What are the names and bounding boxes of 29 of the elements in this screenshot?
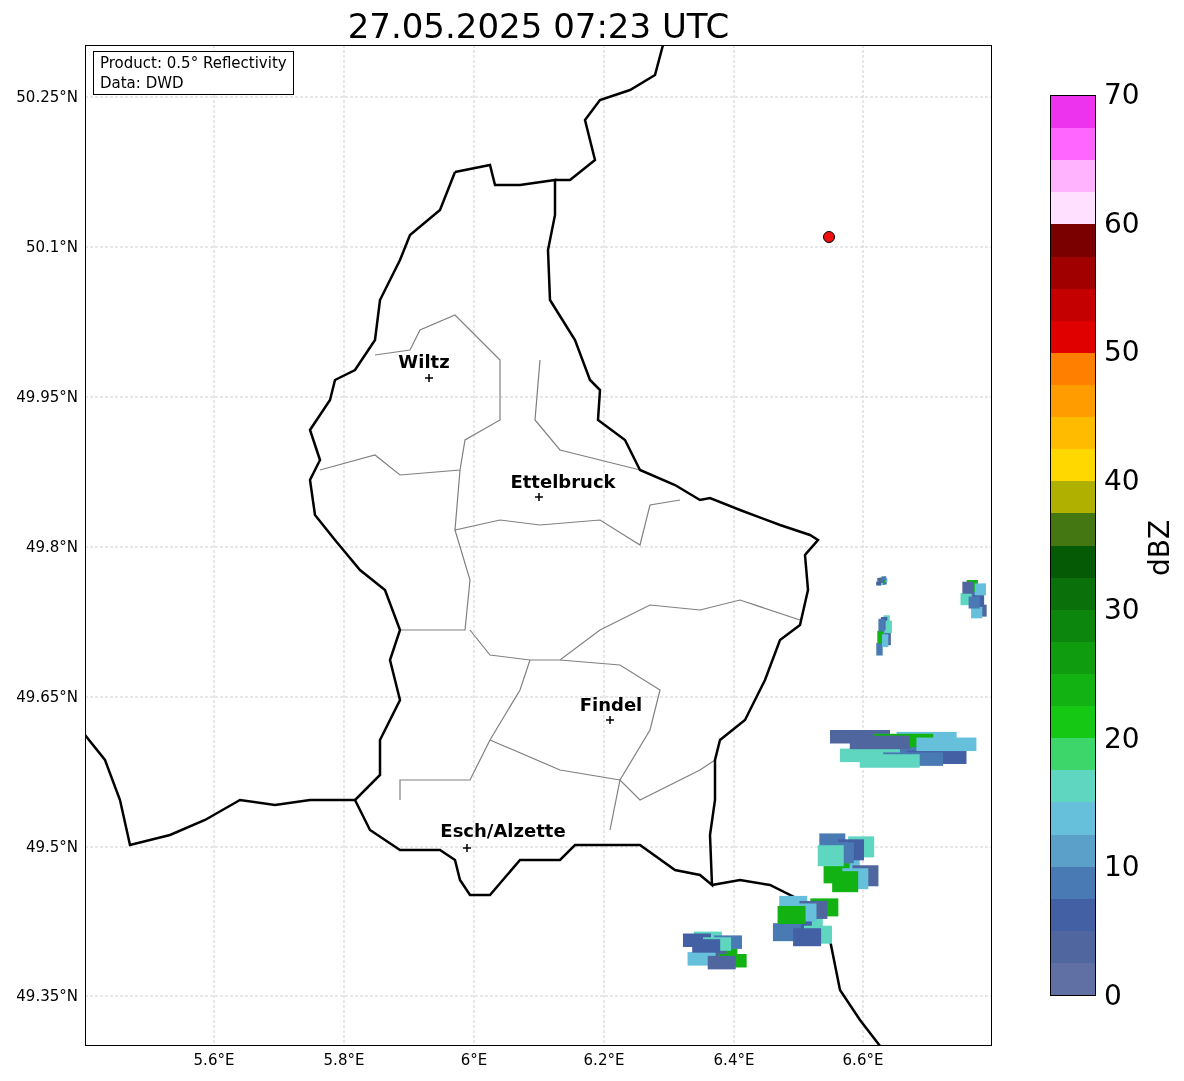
colorbar-tick-label: 0 [1104,980,1122,1012]
longitude-tick-label: 6°E [460,1051,488,1069]
latitude-tick-label: 49.65°N [16,688,78,706]
colorbar-tick-label: 40 [1104,465,1140,498]
city-label: Wiltz [398,351,450,373]
colorbar-tick-label: 60 [1104,207,1140,240]
info-text: Data: DWD [100,73,185,93]
colorbar-label: dBZ [1144,519,1176,577]
latitude-tick-label: 50.25°N [16,88,78,106]
latitude-tick-label: 49.95°N [16,388,78,406]
city-label: Findel [579,694,643,716]
city-label: Ettelbruck [510,471,616,493]
colorbar-tick-label: 20 [1104,722,1140,755]
longitude-tick-label: 6.2°E [583,1051,625,1069]
latitude-tick-label: 49.8°N [25,538,78,556]
latitude-tick-label: 49.5°N [25,838,78,856]
latitude-tick-label: 49.35°N [16,987,78,1005]
colorbar-tick-label: 30 [1104,593,1140,626]
colorbar-tick-label: 70 [1104,79,1140,111]
colorbar-tick-label: 50 [1104,336,1140,369]
longitude-tick-label: 6.6°E [842,1051,884,1069]
colorbar-tick-label: 10 [1104,851,1140,884]
longitude-tick-label: 6.4°E [713,1051,755,1069]
longitude-tick-label: 5.6°E [193,1051,235,1069]
city-label: Esch/Alzette [440,820,566,842]
longitude-tick-label: 5.8°E [323,1051,365,1069]
info-text: Product: 0.5° Reflectivity [100,53,287,73]
chart-title: 27.05.2025 07:23 UTC [346,5,731,48]
latitude-tick-label: 50.1°N [25,238,78,256]
